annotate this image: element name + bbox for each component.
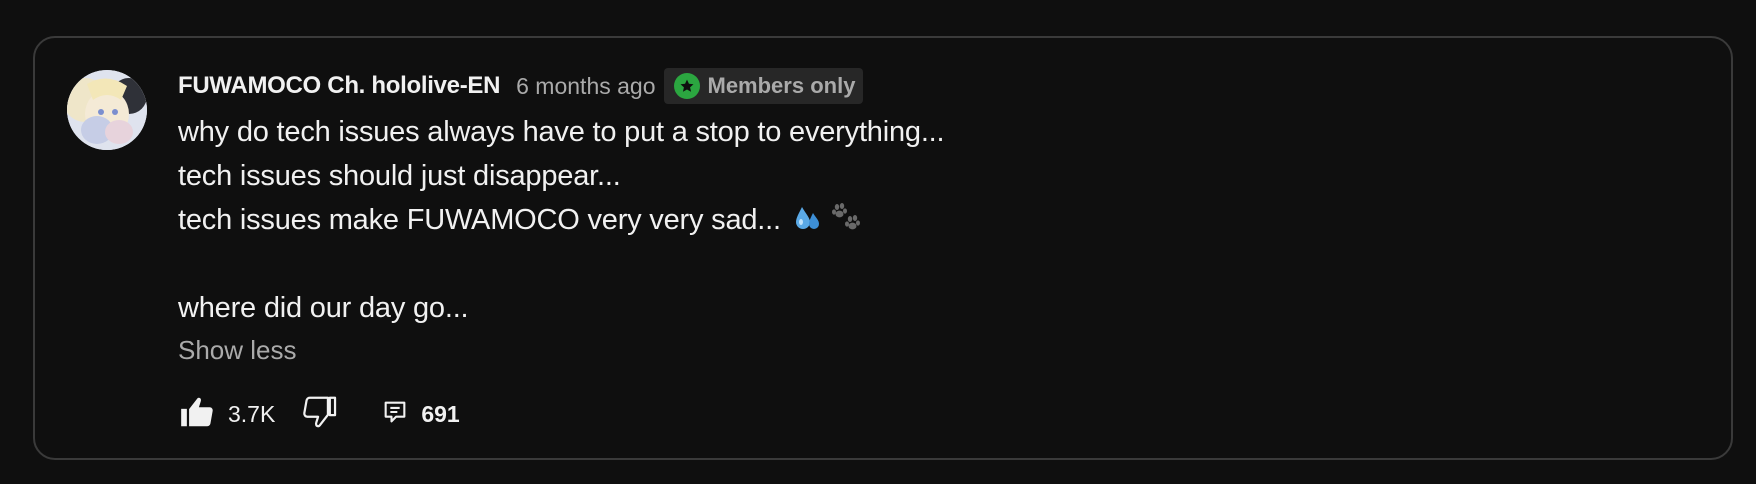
avatar[interactable] bbox=[67, 70, 147, 150]
sweat-droplets-emoji bbox=[793, 202, 823, 246]
reply-button[interactable]: 691 bbox=[381, 398, 460, 431]
comment-content: FUWAMOCO Ch. hololive-EN 6 months ago Me… bbox=[178, 66, 1691, 370]
like-count: 3.7K bbox=[228, 400, 276, 427]
comment-line: where did our day go... bbox=[178, 292, 469, 324]
comment-icon bbox=[381, 398, 409, 431]
avatar-image bbox=[67, 70, 147, 150]
author-name[interactable]: FUWAMOCO Ch. hololive-EN bbox=[178, 72, 500, 100]
comment-line-text: tech issues make FUWAMOCO very very sad.… bbox=[178, 204, 781, 236]
members-only-badge: Members only bbox=[663, 68, 864, 104]
dislike-button[interactable] bbox=[301, 393, 339, 436]
comment-text: why do tech issues always have to put a … bbox=[178, 110, 1691, 330]
thumbs-up-icon bbox=[178, 393, 216, 436]
comment-line: why do tech issues always have to put a … bbox=[178, 116, 945, 148]
paw-prints-emoji bbox=[831, 202, 861, 246]
badge-label: Members only bbox=[707, 73, 856, 98]
comment-actions: 3.7K 691 bbox=[178, 394, 460, 434]
like-button[interactable]: 3.7K bbox=[178, 393, 275, 436]
comment-timestamp[interactable]: 6 months ago bbox=[516, 73, 655, 100]
star-icon bbox=[673, 73, 700, 99]
reply-count: 691 bbox=[421, 400, 460, 427]
comment-card: FUWAMOCO Ch. hololive-EN 6 months ago Me… bbox=[33, 36, 1733, 460]
comment-header: FUWAMOCO Ch. hololive-EN 6 months ago Me… bbox=[178, 66, 1691, 106]
thumbs-down-icon bbox=[301, 393, 339, 436]
comment-line: tech issues should just disappear... bbox=[178, 160, 621, 192]
show-less-button[interactable]: Show less bbox=[178, 330, 1691, 370]
comment-line: tech issues make FUWAMOCO very very sad.… bbox=[178, 198, 1691, 242]
comment-line bbox=[178, 242, 1691, 286]
